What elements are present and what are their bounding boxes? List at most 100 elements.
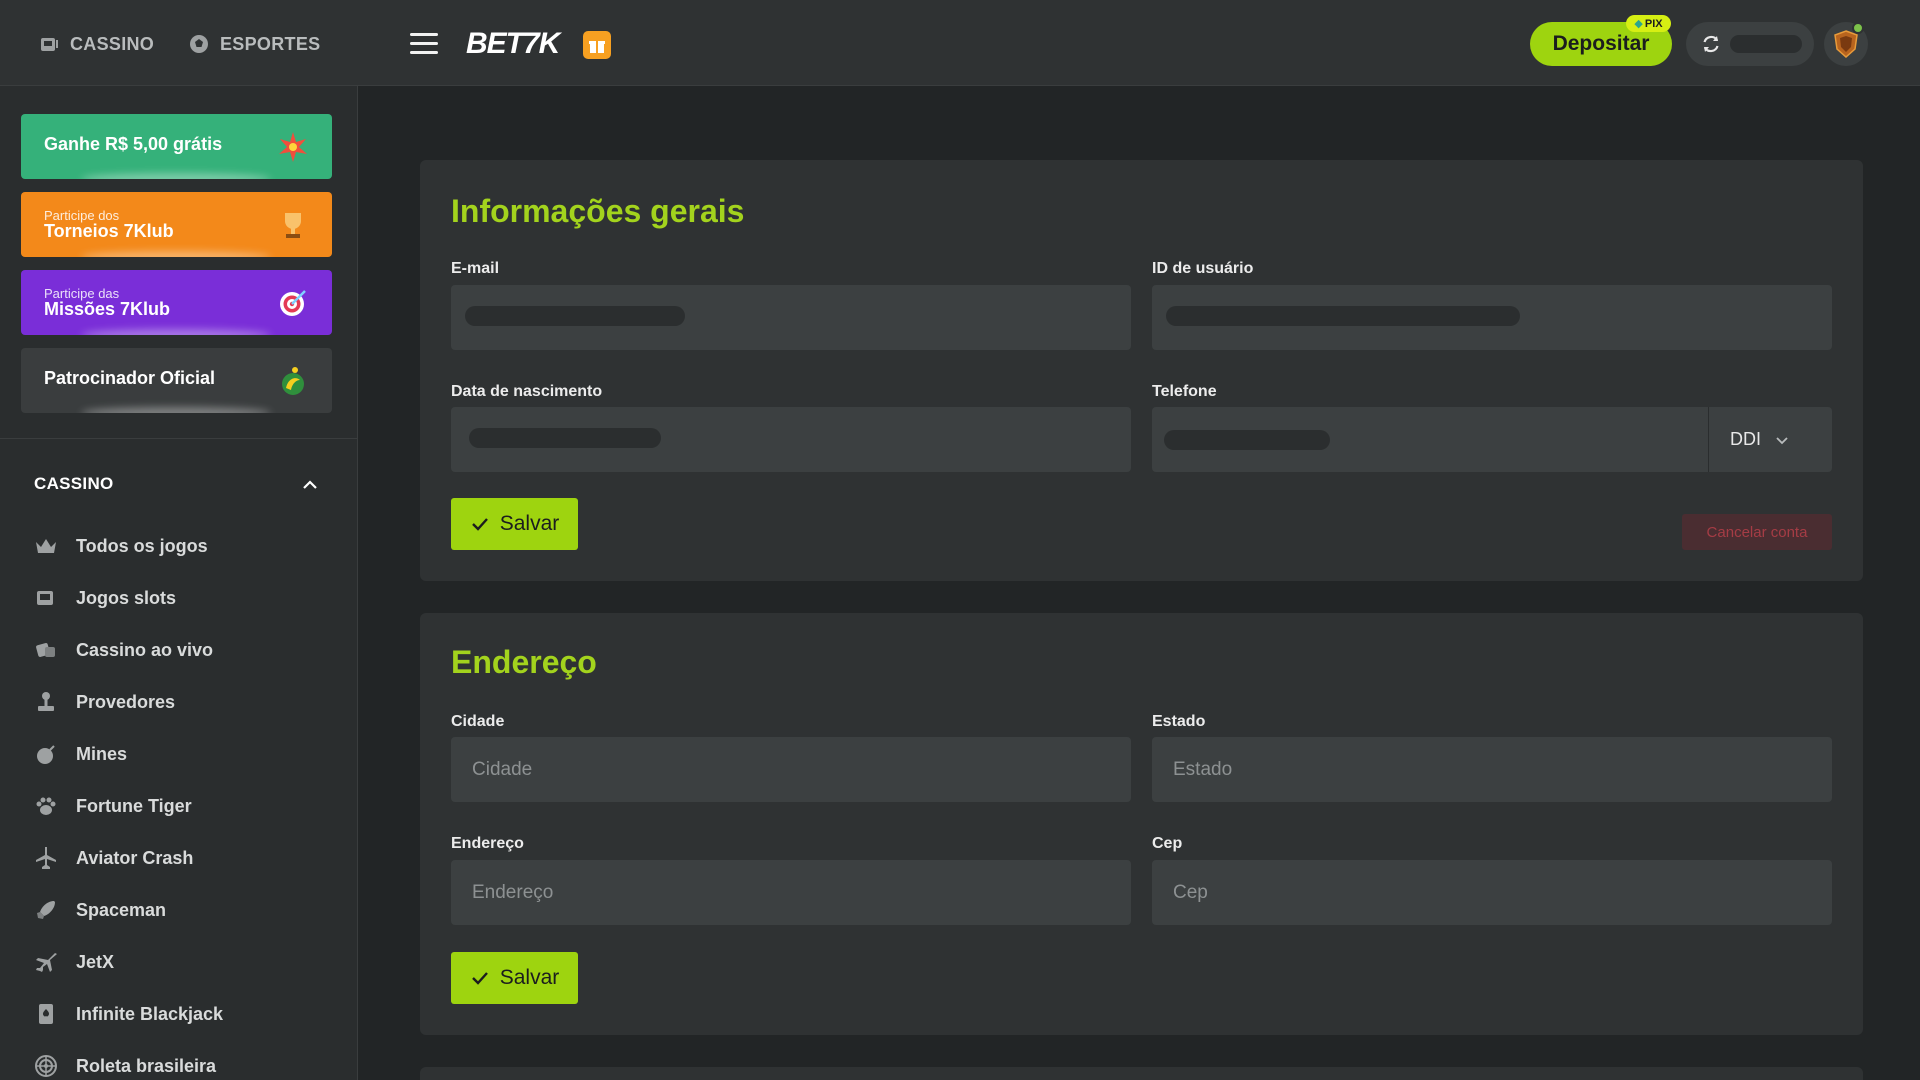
email-field[interactable] bbox=[451, 285, 1131, 350]
target-icon bbox=[276, 286, 310, 320]
check-icon bbox=[471, 972, 488, 985]
sidebar: Ganhe R$ 5,00 grátis Participe dos Torne… bbox=[0, 86, 358, 1080]
promo-official-sponsor[interactable]: Patrocinador Oficial bbox=[21, 348, 332, 413]
firework-icon bbox=[276, 130, 310, 164]
balance-box[interactable] bbox=[1686, 22, 1814, 66]
sidebar-item-label: Todos os jogos bbox=[76, 535, 208, 556]
sidebar-item-jetx[interactable]: JetX bbox=[34, 947, 114, 977]
state-label: Estado bbox=[1152, 713, 1206, 730]
promo-missions[interactable]: Participe das Missões 7Klub bbox=[21, 270, 332, 335]
sidebar-item-all-games[interactable]: Todos os jogos bbox=[34, 531, 208, 561]
sidebar-item-providers[interactable]: Provedores bbox=[34, 687, 175, 717]
chevron-down-icon bbox=[1776, 436, 1788, 444]
promo-tournaments-title: Torneios 7Klub bbox=[44, 221, 174, 241]
state-input[interactable] bbox=[1152, 737, 1832, 802]
save-general-button[interactable]: Salvar bbox=[451, 498, 578, 550]
sidebar-item-label: Infinite Blackjack bbox=[76, 1003, 224, 1024]
city-label: Cidade bbox=[451, 713, 505, 730]
promo-free-bonus[interactable]: Ganhe R$ 5,00 grátis bbox=[21, 114, 332, 179]
sidebar-item-fortune-tiger[interactable]: Fortune Tiger bbox=[34, 791, 192, 821]
sidebar-item-brazilian-roulette[interactable]: Roleta brasileira bbox=[34, 1051, 216, 1080]
card-icon bbox=[34, 1002, 58, 1026]
sponsor-icon bbox=[276, 364, 310, 398]
sidebar-item-label: Aviator Crash bbox=[76, 847, 194, 868]
cancel-account-button[interactable]: Cancelar conta bbox=[1682, 514, 1832, 550]
roulette-icon bbox=[34, 1054, 58, 1078]
birth-date-value-hidden bbox=[469, 428, 661, 448]
chevron-up-icon[interactable] bbox=[301, 476, 319, 494]
sidebar-item-label: Spaceman bbox=[76, 899, 167, 920]
menu-icon[interactable] bbox=[410, 33, 438, 55]
top-bar: CASSINO ESPORTES BET7K Depositar ◆ PIX bbox=[0, 0, 1920, 86]
email-label: E-mail bbox=[451, 260, 500, 277]
phone-field[interactable]: DDI bbox=[1152, 407, 1832, 472]
gift-icon[interactable] bbox=[583, 31, 611, 59]
address-card: Endereço Cidade Estado Endereço Cep Salv… bbox=[420, 613, 1863, 1035]
dice-icon bbox=[34, 638, 58, 662]
crown-icon bbox=[34, 534, 58, 558]
sidebar-item-label: Provedores bbox=[76, 691, 176, 712]
balance-value-hidden bbox=[1730, 35, 1802, 53]
promo-free-bonus-title: Ganhe R$ 5,00 grátis bbox=[44, 134, 223, 154]
sidebar-divider bbox=[0, 438, 358, 439]
sidebar-item-label: Mines bbox=[76, 743, 128, 764]
address-label: Endereço bbox=[451, 835, 524, 852]
ddi-label: DDI bbox=[1730, 429, 1761, 449]
soccer-ball-icon bbox=[188, 33, 210, 55]
save-address-button[interactable]: Salvar bbox=[451, 952, 578, 1004]
address-input[interactable] bbox=[451, 860, 1131, 925]
pix-icon: ◆ bbox=[1634, 18, 1643, 30]
refresh-icon[interactable] bbox=[1700, 33, 1722, 55]
bomb-icon bbox=[34, 742, 58, 766]
airplane-icon bbox=[34, 846, 58, 870]
save-address-label: Salvar bbox=[499, 966, 560, 989]
nav-casino[interactable]: CASSINO bbox=[38, 30, 154, 58]
nav-casino-label: CASSINO bbox=[70, 33, 155, 54]
state-field[interactable] bbox=[1152, 737, 1832, 802]
next-section-card bbox=[420, 1067, 1863, 1080]
birth-date-field[interactable] bbox=[451, 407, 1131, 472]
cep-label: Cep bbox=[1152, 835, 1183, 852]
sidebar-item-spaceman[interactable]: Spaceman bbox=[34, 895, 166, 925]
city-input[interactable] bbox=[451, 737, 1131, 802]
trophy-icon bbox=[276, 208, 310, 242]
slot-machine-icon bbox=[34, 586, 58, 610]
promo-tournaments[interactable]: Participe dos Torneios 7Klub bbox=[21, 192, 332, 257]
sidebar-item-label: Cassino ao vivo bbox=[76, 639, 214, 660]
rocket-icon bbox=[34, 898, 58, 922]
city-field[interactable] bbox=[451, 737, 1131, 802]
email-value-hidden bbox=[465, 306, 685, 326]
online-status-dot bbox=[1852, 22, 1864, 34]
user-id-field[interactable] bbox=[1152, 285, 1832, 350]
check-icon bbox=[471, 518, 488, 531]
sidebar-item-slots[interactable]: Jogos slots bbox=[34, 583, 176, 613]
nav-sports[interactable]: ESPORTES bbox=[188, 30, 320, 58]
logo[interactable]: BET7K bbox=[466, 28, 560, 60]
joystick-icon bbox=[34, 690, 58, 714]
jet-icon bbox=[34, 950, 58, 974]
promo-missions-title: Missões 7Klub bbox=[44, 299, 171, 319]
promo-official-sponsor-title: Patrocinador Oficial bbox=[44, 368, 216, 388]
sidebar-item-label: Jogos slots bbox=[76, 587, 177, 608]
cep-field[interactable] bbox=[1152, 860, 1832, 925]
sidebar-item-mines[interactable]: Mines bbox=[34, 739, 127, 769]
phone-label: Telefone bbox=[1152, 383, 1217, 400]
ddi-select[interactable]: DDI bbox=[1708, 407, 1832, 472]
address-field[interactable] bbox=[451, 860, 1131, 925]
slot-machine-icon bbox=[38, 33, 60, 55]
paw-icon bbox=[34, 794, 58, 818]
address-title: Endereço bbox=[451, 644, 597, 680]
pix-badge: ◆ PIX bbox=[1626, 15, 1671, 32]
sidebar-item-infinite-blackjack[interactable]: Infinite Blackjack bbox=[34, 999, 223, 1029]
general-info-card: Informações gerais E-mail ID de usuário … bbox=[420, 160, 1863, 581]
save-general-label: Salvar bbox=[499, 512, 560, 535]
cep-input[interactable] bbox=[1152, 860, 1832, 925]
sidebar-item-live-casino[interactable]: Cassino ao vivo bbox=[34, 635, 213, 665]
birth-date-label: Data de nascimento bbox=[451, 383, 603, 400]
nav-sports-label: ESPORTES bbox=[220, 33, 321, 54]
sidebar-item-label: Roleta brasileira bbox=[76, 1055, 217, 1076]
phone-value-hidden bbox=[1164, 430, 1330, 450]
sidebar-item-aviator[interactable]: Aviator Crash bbox=[34, 843, 193, 873]
general-info-title: Informações gerais bbox=[451, 193, 745, 229]
pix-label: PIX bbox=[1644, 17, 1663, 30]
